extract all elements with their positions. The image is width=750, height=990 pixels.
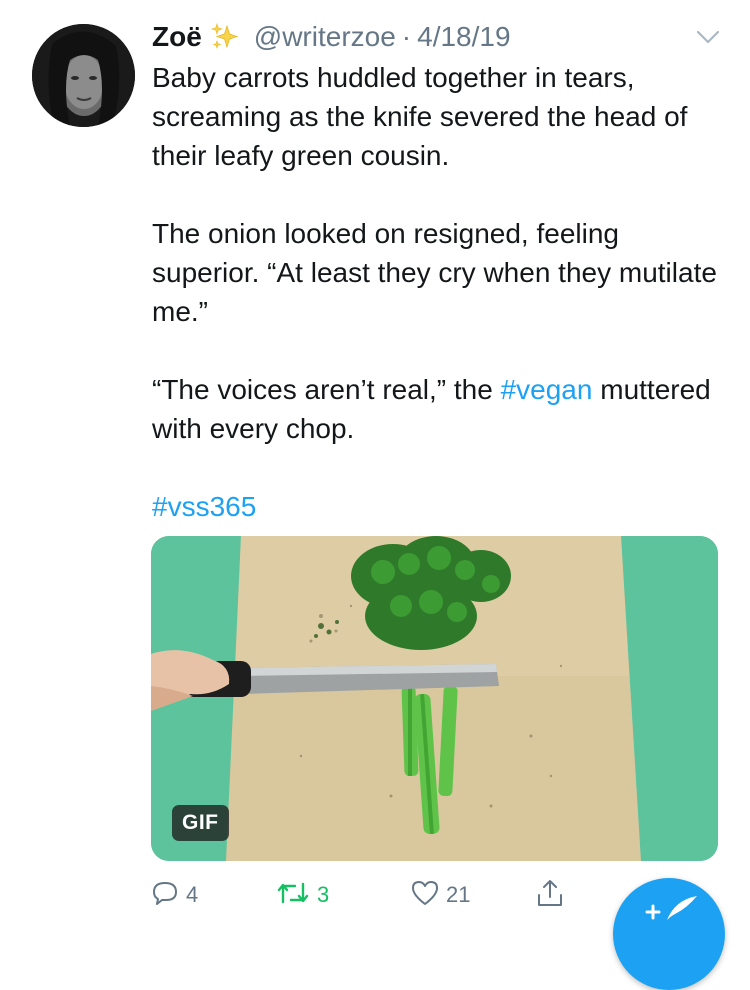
avatar[interactable] [32, 24, 135, 127]
chevron-down-icon[interactable] [693, 22, 723, 52]
header-separator: · [401, 21, 412, 52]
retweet-count: 3 [317, 882, 330, 907]
retweet-icon [275, 878, 311, 913]
like-button[interactable]: 21 [410, 872, 470, 918]
paragraph-3-text-before: “The voices aren’t real,” the [152, 374, 501, 405]
compose-button[interactable] [613, 878, 725, 990]
tweet-text: Baby carrots huddled together in tears, … [152, 58, 722, 526]
like-count: 21 [446, 882, 471, 907]
author-name[interactable]: Zoë [152, 21, 202, 53]
author-handle[interactable]: @writerzoe [254, 21, 396, 53]
share-button[interactable] [535, 872, 565, 918]
reply-button[interactable]: 4 [150, 872, 198, 918]
like-icon [410, 878, 440, 913]
sparkles-icon [210, 22, 240, 52]
share-icon [535, 877, 565, 914]
tweet-header: Zoë @writerzoe · 4/18/19 [152, 17, 511, 57]
tweet-paragraph-3: “The voices aren’t real,” the #vegan mut… [152, 370, 722, 448]
gif-media[interactable]: GIF [151, 536, 718, 861]
tweet-date[interactable]: 4/18/19 [417, 21, 510, 53]
hashtag-vss365-link[interactable]: #vss365 [152, 491, 256, 522]
reply-count: 4 [186, 882, 199, 907]
tweet-paragraph-2: The onion looked on resigned, feeling su… [152, 218, 717, 327]
gif-badge: GIF [172, 805, 229, 841]
tweet-paragraph-4: #vss365 [152, 487, 722, 526]
reply-icon [150, 878, 180, 913]
hashtag-vegan-link[interactable]: #vegan [501, 374, 593, 405]
retweet-button[interactable]: 3 [275, 872, 329, 918]
tweet-paragraph-1: Baby carrots huddled together in tears, … [152, 62, 688, 171]
